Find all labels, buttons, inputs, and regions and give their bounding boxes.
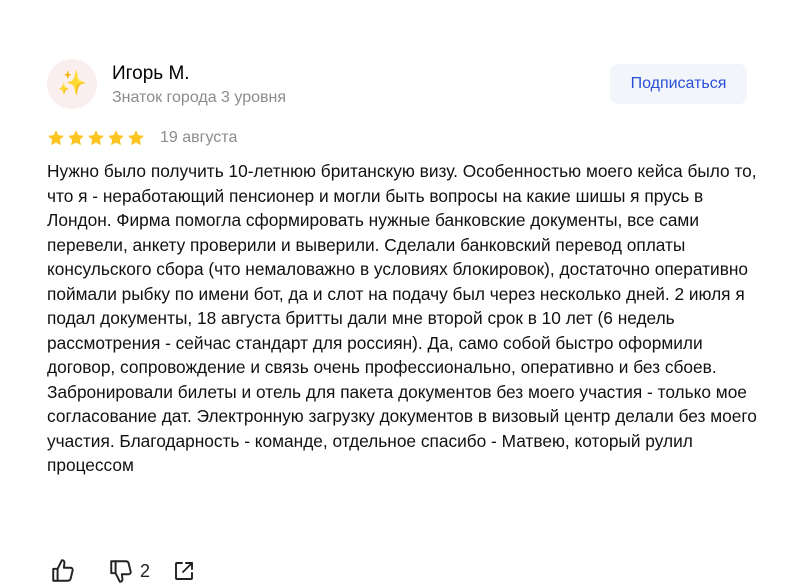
share-icon (175, 562, 193, 580)
dislike-count: 2 (140, 560, 151, 581)
share-button[interactable] (172, 559, 196, 583)
sparkles-icon: ✨ (57, 70, 87, 97)
star-rating (47, 129, 145, 147)
thumbs-down-icon (110, 560, 132, 583)
review-text: Нужно было получить 10-летнюю британскую… (47, 161, 757, 475)
subscribe-button[interactable]: Подписаться (610, 64, 747, 104)
dislike-button[interactable]: 2 (108, 558, 150, 584)
star-icon (48, 130, 64, 146)
star-icon (88, 130, 104, 146)
review-actions: 2 (47, 556, 196, 586)
author-level: Знаток города 3 уровня (112, 89, 287, 106)
thumbs-up-icon (52, 559, 74, 582)
review-card: ✨ Игорь М. Знаток города 3 уровня Подпис… (0, 0, 803, 588)
star-icon (68, 130, 84, 146)
avatar[interactable]: ✨ (47, 59, 97, 109)
like-button[interactable] (50, 558, 76, 584)
author-name[interactable]: Игорь М. (112, 63, 190, 85)
rating-row: 19 августа (47, 128, 237, 148)
star-icon (128, 130, 144, 146)
review-date: 19 августа (160, 129, 238, 146)
star-icon (108, 130, 124, 146)
